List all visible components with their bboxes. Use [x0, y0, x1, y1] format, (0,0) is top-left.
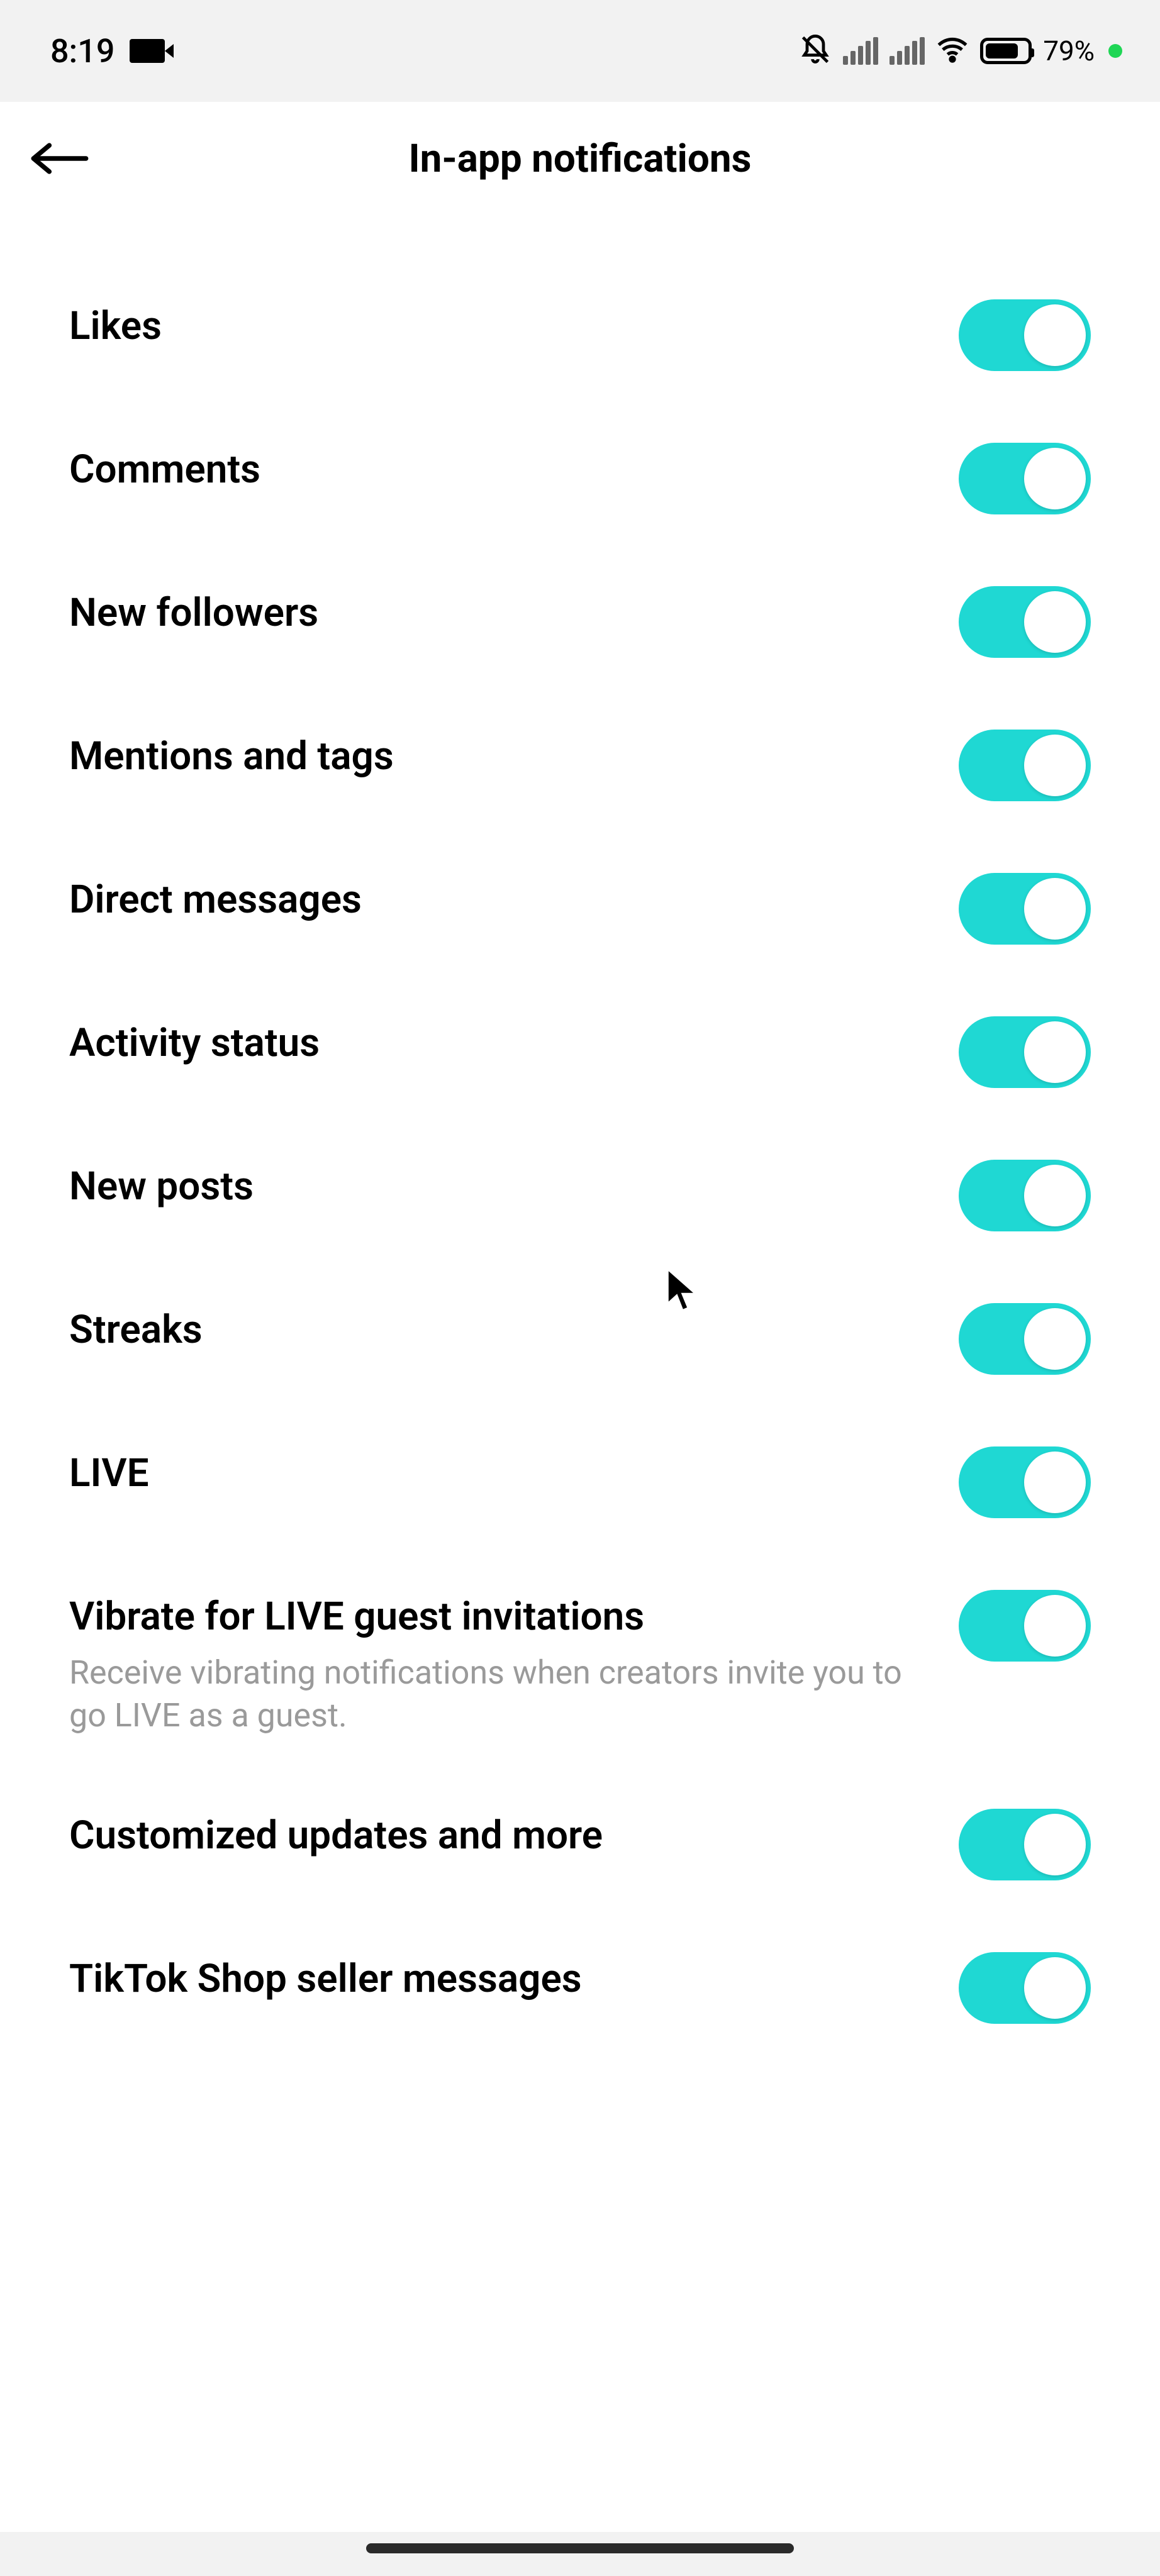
setting-label: Comments — [69, 447, 934, 493]
setting-text: New followers — [69, 590, 959, 636]
camera-in-use-indicator — [1108, 44, 1122, 58]
setting-label: Mentions and tags — [69, 733, 934, 780]
toggle-knob — [1024, 1165, 1086, 1226]
toggle-knob — [1024, 878, 1086, 940]
toggle-likes[interactable] — [959, 299, 1091, 371]
setting-text: Direct messages — [69, 877, 959, 923]
setting-row-vibrate: Vibrate for LIVE guest invitations Receiv… — [69, 1556, 1091, 1775]
setting-text: Mentions and tags — [69, 733, 959, 780]
status-bar-left: 8:19 — [50, 32, 165, 70]
setting-row-comments: Comments — [69, 409, 1091, 552]
toggle-knob — [1024, 1021, 1086, 1083]
setting-label: Direct messages — [69, 877, 934, 923]
setting-label: New followers — [69, 590, 934, 636]
setting-row-activity: Activity status — [69, 982, 1091, 1126]
setting-text: New posts — [69, 1163, 959, 1210]
setting-label: Streaks — [69, 1307, 934, 1353]
setting-text: Streaks — [69, 1307, 959, 1353]
toggle-knob — [1024, 1957, 1086, 2019]
setting-description: Receive vibrating notifications when cre… — [69, 1652, 934, 1736]
setting-label: Vibrate for LIVE guest invitations — [69, 1594, 934, 1640]
toggle-shop[interactable] — [959, 1952, 1091, 2024]
setting-row-dms: Direct messages — [69, 839, 1091, 982]
toggle-knob — [1024, 1452, 1086, 1513]
toggle-mentions[interactable] — [959, 730, 1091, 801]
toggle-knob — [1024, 448, 1086, 509]
setting-text: Vibrate for LIVE guest invitations Receiv… — [69, 1594, 959, 1737]
setting-text: Customized updates and more — [69, 1813, 959, 1859]
battery-icon — [980, 38, 1032, 64]
toggle-vibrate[interactable] — [959, 1590, 1091, 1662]
settings-list: Likes Comments New followers Mentions and t… — [0, 215, 1160, 2062]
app-header: In-app notifications — [0, 102, 1160, 215]
toggle-comments[interactable] — [959, 443, 1091, 514]
toggle-custom[interactable] — [959, 1809, 1091, 1880]
setting-label: TikTok Shop seller messages — [69, 1956, 934, 2002]
setting-label: New posts — [69, 1163, 934, 1210]
setting-row-streaks: Streaks — [69, 1269, 1091, 1413]
setting-text: Likes — [69, 303, 959, 350]
setting-text: TikTok Shop seller messages — [69, 1956, 959, 2002]
setting-row-mentions: Mentions and tags — [69, 696, 1091, 839]
toggle-newposts[interactable] — [959, 1160, 1091, 1231]
setting-row-custom: Customized updates and more — [69, 1775, 1091, 1918]
battery-percentage: 79% — [1043, 35, 1095, 67]
status-bar-right: 79% — [799, 33, 1122, 69]
setting-text: Comments — [69, 447, 959, 493]
toggle-knob — [1024, 1814, 1086, 1875]
setting-row-live: LIVE — [69, 1413, 1091, 1556]
toggle-live[interactable] — [959, 1446, 1091, 1518]
toggle-knob — [1024, 1595, 1086, 1657]
toggle-dms[interactable] — [959, 873, 1091, 945]
toggle-knob — [1024, 304, 1086, 366]
setting-label: Activity status — [69, 1020, 934, 1067]
setting-label: Likes — [69, 303, 934, 350]
status-time: 8:19 — [50, 32, 114, 70]
wifi-icon — [936, 33, 969, 69]
toggle-knob — [1024, 591, 1086, 653]
signal-icon-1 — [843, 37, 878, 65]
setting-row-newposts: New posts — [69, 1126, 1091, 1269]
setting-label: LIVE — [69, 1450, 934, 1497]
notifications-muted-icon — [799, 33, 832, 69]
toggle-followers[interactable] — [959, 586, 1091, 658]
back-button[interactable] — [25, 124, 94, 193]
setting-text: LIVE — [69, 1450, 959, 1497]
video-recording-icon — [130, 39, 165, 63]
setting-text: Activity status — [69, 1020, 959, 1067]
app-content: In-app notifications Likes Comments New fo… — [0, 102, 1160, 2576]
setting-row-likes: Likes — [69, 265, 1091, 409]
toggle-activity[interactable] — [959, 1016, 1091, 1088]
status-bar: 8:19 — [0, 0, 1160, 102]
signal-icon-2 — [890, 37, 925, 65]
toggle-knob — [1024, 735, 1086, 796]
toggle-streaks[interactable] — [959, 1303, 1091, 1375]
bottom-strip — [0, 2532, 1160, 2576]
setting-row-shop: TikTok Shop seller messages — [69, 1918, 1091, 2062]
page-title: In-app notifications — [0, 136, 1160, 182]
toggle-knob — [1024, 1308, 1086, 1370]
setting-row-followers: New followers — [69, 552, 1091, 696]
phone-frame: 8:19 — [0, 0, 1160, 2576]
home-indicator[interactable] — [366, 2543, 794, 2553]
setting-label: Customized updates and more — [69, 1813, 934, 1859]
